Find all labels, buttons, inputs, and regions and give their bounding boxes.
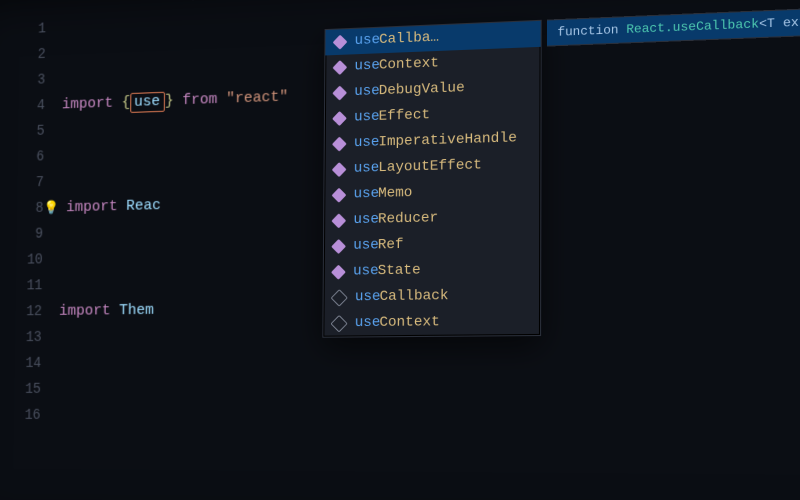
line-number: 2 xyxy=(3,42,46,69)
line-number: 5 xyxy=(1,119,44,146)
line-number: 16 xyxy=(0,403,41,429)
autocomplete-label: useEffect xyxy=(354,104,430,130)
breadcrumb-segment[interactable]: src xyxy=(132,0,155,3)
selection: use xyxy=(130,92,165,113)
method-icon xyxy=(332,86,347,101)
line-number: 8 xyxy=(0,196,43,223)
identifier: Reac xyxy=(126,197,161,215)
signature-hint: function React.useCallback<T extends xyxy=(547,6,800,46)
method-icon xyxy=(332,188,347,203)
keyword: import xyxy=(62,94,122,113)
method-icon xyxy=(332,162,347,177)
identifier: Them xyxy=(119,302,154,320)
autocomplete-label: useReducer xyxy=(353,207,438,233)
line-number: 7 xyxy=(1,170,44,197)
autocomplete-item[interactable]: useState xyxy=(324,256,540,285)
method-icon xyxy=(331,239,346,254)
autocomplete-label: useMemo xyxy=(354,182,413,207)
keyword: from xyxy=(174,91,227,110)
line-number: 12 xyxy=(0,299,42,325)
method-icon xyxy=(331,265,346,280)
method-icon xyxy=(331,213,346,228)
autocomplete-item[interactable]: useCallback xyxy=(324,282,541,311)
line-number: 4 xyxy=(2,93,45,120)
autocomplete-label: useLayoutEffect xyxy=(354,154,482,181)
breadcrumb-segment[interactable]: Components xyxy=(169,0,245,1)
autocomplete-label: useRef xyxy=(353,233,403,258)
string-literal: "react" xyxy=(226,88,288,107)
code-editor[interactable]: import {use} from "react" 💡import Reac i… xyxy=(38,3,289,500)
line-number: 15 xyxy=(0,377,41,403)
autocomplete-label: useContext xyxy=(354,52,439,79)
keyword: import xyxy=(59,302,119,320)
line-number: 9 xyxy=(0,222,43,249)
method-icon xyxy=(332,111,347,126)
method-icon xyxy=(333,35,348,50)
line-number: 13 xyxy=(0,325,42,351)
editor-pane: src › Components › C3 › Index.js › ... U… xyxy=(0,0,800,500)
line-number: 14 xyxy=(0,351,41,377)
line-number: 1 xyxy=(3,17,46,44)
line-number: 3 xyxy=(2,68,45,95)
autocomplete-item[interactable]: useContext xyxy=(323,309,540,337)
autocomplete-label: useCallba… xyxy=(355,26,440,53)
autocomplete-label: useState xyxy=(353,259,421,284)
autocomplete-item[interactable]: useRef xyxy=(324,230,540,260)
autocomplete-label: useCallback xyxy=(355,285,449,310)
snippet-icon xyxy=(331,289,348,306)
line-number-gutter: 12345678910111213141516 xyxy=(0,15,46,500)
autocomplete-popup[interactable]: useCallba…useContextuseDebugValueuseEffe… xyxy=(322,20,541,338)
autocomplete-label: useDebugValue xyxy=(354,77,465,105)
autocomplete-label: useContext xyxy=(355,311,440,336)
line-number: 11 xyxy=(0,273,43,299)
line-number: 10 xyxy=(0,247,43,273)
lightbulb-icon[interactable]: 💡 xyxy=(43,196,57,222)
keyword: import xyxy=(66,198,126,216)
chevron-right-icon: › xyxy=(158,0,166,2)
autocomplete-label: useImperativeHandle xyxy=(354,127,517,156)
snippet-icon xyxy=(331,315,348,332)
line-number: 6 xyxy=(1,144,44,171)
method-icon xyxy=(332,137,347,152)
method-icon xyxy=(332,60,347,75)
